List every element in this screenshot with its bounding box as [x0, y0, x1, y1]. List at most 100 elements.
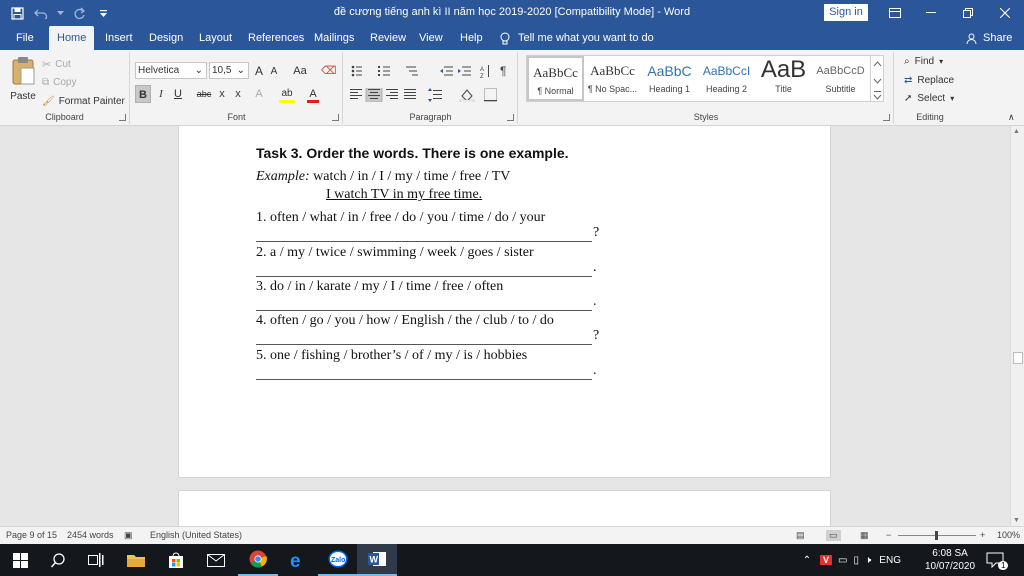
search-icon[interactable]	[38, 544, 78, 576]
sign-in-button[interactable]: Sign in	[824, 4, 868, 21]
tab-home[interactable]: Home	[49, 26, 95, 50]
print-layout-icon[interactable]: ▭	[826, 530, 841, 541]
chevron-up-icon[interactable]	[873, 61, 882, 67]
volume-icon[interactable]: 🕨︎	[865, 555, 871, 566]
tab-view[interactable]: View	[411, 26, 451, 50]
language-indicator[interactable]: English (United States)	[150, 530, 242, 540]
redo-icon[interactable]	[70, 4, 88, 22]
zoom-level[interactable]: 100%	[997, 530, 1020, 540]
save-icon[interactable]	[8, 4, 26, 22]
clipboard-launcher-icon[interactable]	[119, 114, 126, 121]
read-mode-icon[interactable]: ▤	[796, 530, 805, 541]
word-taskbar-icon[interactable]: W	[357, 544, 397, 576]
edge-icon[interactable]: e	[278, 544, 318, 576]
sort-icon[interactable]: AZ	[480, 65, 489, 78]
align-left-icon[interactable]	[350, 89, 362, 99]
restore-button[interactable]	[950, 0, 986, 26]
tab-review[interactable]: Review	[362, 26, 414, 50]
change-case-button[interactable]: Aa	[289, 62, 311, 80]
zoom-out-icon[interactable]: −	[886, 530, 891, 540]
shading-icon[interactable]	[459, 89, 475, 102]
shrink-font-button[interactable]: A	[269, 63, 279, 81]
pilcrow-icon[interactable]: ¶	[500, 64, 506, 78]
format-painter-button[interactable]: 🖌︎ Format Painter	[42, 96, 125, 107]
windows-start-icon[interactable]	[0, 544, 40, 576]
cut-button[interactable]: ✂ Cut	[42, 58, 71, 71]
chevron-down-icon[interactable]	[873, 78, 882, 84]
word-count[interactable]: 2454 words	[67, 530, 114, 540]
borders-icon[interactable]	[484, 88, 497, 102]
clear-formatting-icon[interactable]: ⌫	[321, 62, 337, 80]
scrollbar-thumb[interactable]	[1013, 352, 1023, 364]
find-button[interactable]: ⌕ Find ▾	[904, 56, 943, 67]
battery-icon[interactable]: ▭	[838, 555, 847, 566]
input-language[interactable]: ENG	[879, 555, 901, 566]
font-family-select[interactable]: Helvetica ⌄	[135, 62, 207, 79]
increase-indent-icon[interactable]	[458, 66, 471, 76]
style-heading-2[interactable]: AaBbCcI Heading 2	[698, 56, 755, 101]
decrease-indent-icon[interactable]	[440, 66, 453, 76]
minimize-button[interactable]	[913, 0, 949, 26]
text-effects-button[interactable]: A	[253, 85, 265, 103]
underline-button[interactable]: U	[171, 85, 185, 103]
align-right-icon[interactable]	[386, 89, 398, 99]
line-spacing-icon[interactable]	[428, 88, 442, 102]
notification-center-icon[interactable]: 1	[986, 544, 1009, 576]
chevron-up-icon[interactable]: ⌃	[800, 555, 814, 566]
next-document-page[interactable]	[178, 490, 831, 526]
font-size-select[interactable]: 10,5 ⌄	[209, 62, 249, 79]
tab-layout[interactable]: Layout	[191, 26, 240, 50]
zoom-in-icon[interactable]: +	[980, 530, 985, 540]
vertical-scrollbar[interactable]: ▲ ▼	[1010, 126, 1024, 526]
multilevel-list-icon[interactable]	[406, 66, 418, 76]
security-icon[interactable]: V	[820, 555, 833, 565]
tab-design[interactable]: Design	[141, 26, 191, 50]
undo-icon[interactable]	[32, 4, 50, 22]
task-view-icon[interactable]	[76, 544, 116, 576]
font-launcher-icon[interactable]	[332, 114, 339, 121]
highlight-button[interactable]: ab	[279, 85, 295, 103]
scroll-down-icon[interactable]: ▼	[1013, 517, 1020, 524]
mail-icon[interactable]	[196, 544, 236, 576]
bullets-icon[interactable]	[351, 65, 362, 77]
style-no-spacing[interactable]: AaBbCc ¶ No Spac...	[584, 56, 641, 101]
justify-icon[interactable]	[404, 89, 416, 99]
system-clock[interactable]: 6:08 SA 10/07/2020	[924, 547, 976, 573]
superscript-button[interactable]: x	[233, 85, 243, 103]
style-normal[interactable]: AaBbCc ¶ Normal	[527, 56, 584, 101]
chrome-icon[interactable]	[238, 544, 278, 576]
store-icon[interactable]	[156, 544, 196, 576]
document-page[interactable]: Task 3. Order the words. There is one ex…	[178, 126, 831, 478]
collapse-ribbon-icon[interactable]: ∧	[1008, 112, 1015, 123]
zoom-slider[interactable]	[898, 531, 976, 540]
customize-qat-icon[interactable]	[94, 4, 112, 22]
tab-references[interactable]: References	[240, 26, 312, 50]
undo-dropdown-icon[interactable]	[56, 4, 64, 22]
zoom-slider-thumb[interactable]	[935, 531, 938, 540]
replace-button[interactable]: ⇄ Replace	[904, 75, 954, 86]
share-button[interactable]: Share	[966, 26, 1012, 50]
tab-mailings[interactable]: Mailings	[306, 26, 362, 50]
style-heading-1[interactable]: AaBbC Heading 1	[641, 56, 698, 101]
tab-insert[interactable]: Insert	[97, 26, 141, 50]
subscript-button[interactable]: x	[217, 85, 227, 103]
more-styles-icon[interactable]	[873, 91, 882, 100]
strikethrough-button[interactable]: abc	[195, 85, 213, 103]
scroll-up-icon[interactable]: ▲	[1013, 128, 1020, 135]
network-icon[interactable]: ▯	[853, 555, 859, 566]
page-counter[interactable]: Page 9 of 15	[6, 530, 57, 540]
styles-gallery-scroll[interactable]	[871, 55, 884, 102]
tab-file[interactable]: File	[8, 26, 42, 50]
style-title[interactable]: AaB Title	[755, 56, 812, 101]
bold-button[interactable]: B	[135, 85, 151, 103]
select-button[interactable]: ➚ Select ▾	[904, 93, 954, 104]
zalo-icon[interactable]: Zalo	[318, 544, 358, 576]
close-button[interactable]	[987, 0, 1023, 26]
style-subtitle[interactable]: AaBbCcD Subtitle	[812, 56, 869, 101]
styles-launcher-icon[interactable]	[883, 114, 890, 121]
copy-button[interactable]: ⧉ Copy	[42, 77, 77, 88]
file-explorer-icon[interactable]	[116, 544, 156, 576]
tell-me-search[interactable]: Tell me what you want to do	[500, 26, 654, 50]
paragraph-launcher-icon[interactable]	[507, 114, 514, 121]
italic-button[interactable]: I	[154, 85, 168, 103]
